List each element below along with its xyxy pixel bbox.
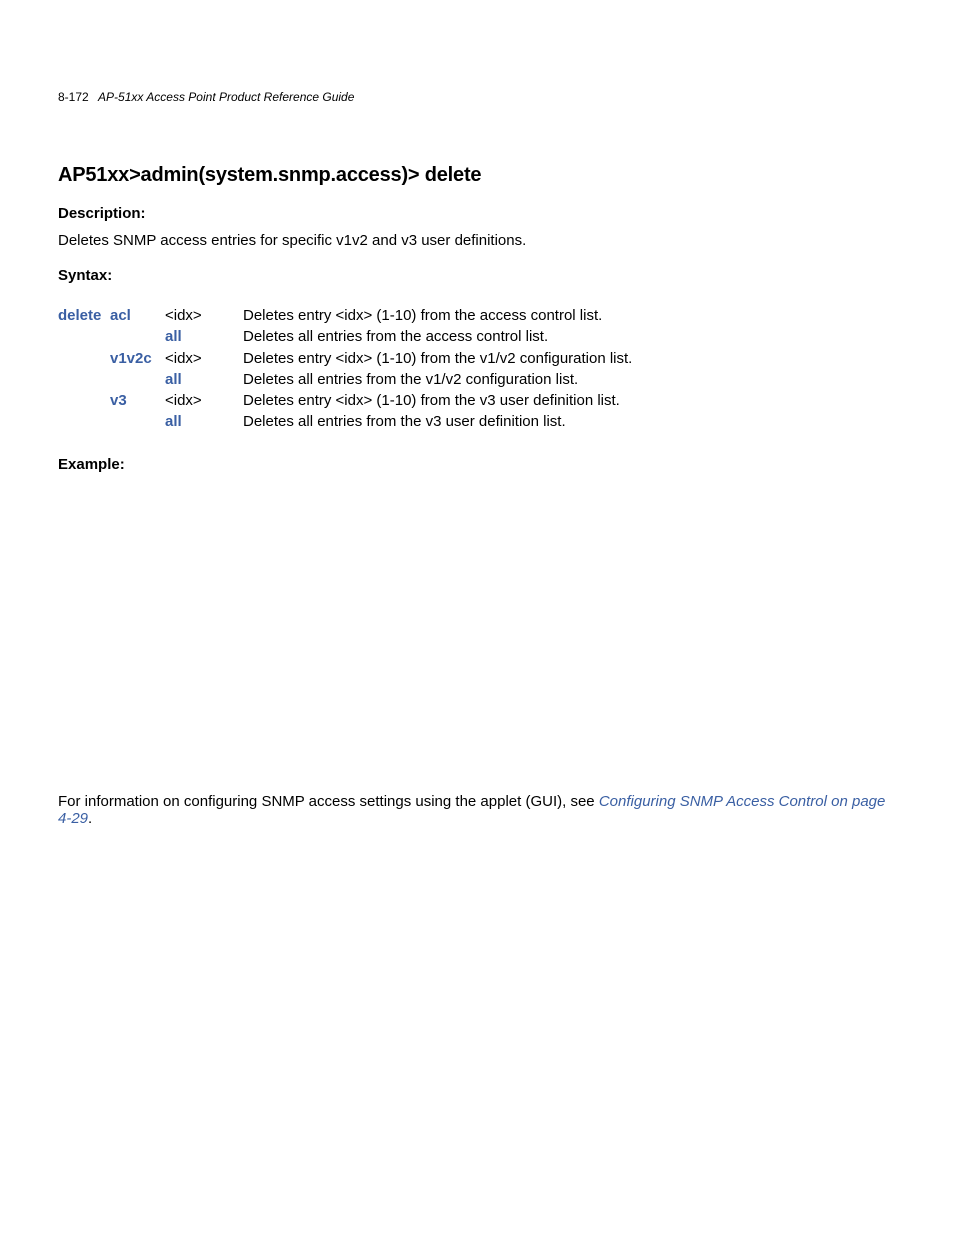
syntax-argument: <idx>: [165, 392, 202, 409]
syntax-argument: all: [165, 371, 182, 388]
description-text: Deletes SNMP access entries for specific…: [58, 232, 896, 249]
syntax-description: Deletes entry <idx> (1-10) from the acce…: [243, 307, 602, 324]
syntax-description: Deletes entry <idx> (1-10) from the v3 u…: [243, 392, 620, 409]
syntax-command: delete: [58, 307, 101, 324]
syntax-description: Deletes entry <idx> (1-10) from the v1/v…: [243, 350, 632, 367]
syntax-label: Syntax:: [58, 267, 896, 284]
syntax-row: all Deletes all entries from the access …: [58, 327, 632, 348]
document-page: 8-172 AP-51xx Access Point Product Refer…: [0, 0, 954, 827]
syntax-description: Deletes all entries from the v3 user def…: [243, 413, 566, 430]
syntax-subcommand: v1v2c: [110, 350, 152, 367]
syntax-argument: <idx>: [165, 307, 202, 324]
description-label: Description:: [58, 205, 896, 222]
cross-reference: For information on configuring SNMP acce…: [58, 793, 896, 827]
command-heading: AP51xx>admin(system.snmp.access)> delete: [58, 164, 896, 187]
syntax-row: v3 <idx> Deletes entry <idx> (1-10) from…: [58, 391, 632, 412]
crossref-suffix: .: [88, 810, 92, 827]
syntax-row: all Deletes all entries from the v1/v2 c…: [58, 370, 632, 391]
crossref-prefix: For information on configuring SNMP acce…: [58, 793, 599, 810]
syntax-description: Deletes all entries from the access cont…: [243, 328, 548, 345]
syntax-argument: all: [165, 413, 182, 430]
syntax-row: delete acl <idx> Deletes entry <idx> (1-…: [58, 306, 632, 327]
syntax-subcommand: v3: [110, 392, 127, 409]
syntax-row: all Deletes all entries from the v3 user…: [58, 412, 632, 433]
example-label: Example:: [58, 456, 896, 473]
syntax-subcommand: acl: [110, 307, 131, 324]
document-title: AP-51xx Access Point Product Reference G…: [98, 90, 354, 104]
syntax-row: v1v2c <idx> Deletes entry <idx> (1-10) f…: [58, 349, 632, 370]
running-header: 8-172 AP-51xx Access Point Product Refer…: [58, 90, 896, 104]
syntax-block: delete acl <idx> Deletes entry <idx> (1-…: [58, 306, 896, 434]
syntax-argument: <idx>: [165, 350, 202, 367]
syntax-table: delete acl <idx> Deletes entry <idx> (1-…: [58, 306, 632, 434]
page-number: 8-172: [58, 90, 89, 104]
syntax-argument: all: [165, 328, 182, 345]
syntax-description: Deletes all entries from the v1/v2 confi…: [243, 371, 578, 388]
